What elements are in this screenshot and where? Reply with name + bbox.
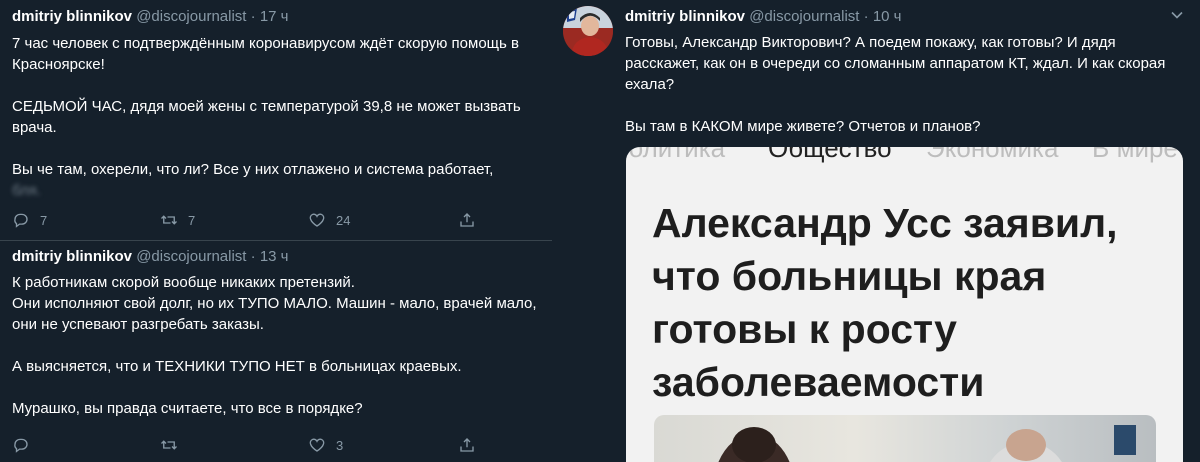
share-button[interactable] bbox=[458, 210, 476, 230]
like-button[interactable]: 24 bbox=[308, 210, 350, 230]
avatar[interactable] bbox=[563, 6, 613, 56]
author-handle[interactable]: @discojournalist bbox=[136, 8, 246, 25]
tweet-paragraph: А выясняется, что и ТЕХНИКИ ТУПО НЕТ в б… bbox=[12, 358, 462, 375]
tweet-actions: 7 7 24 bbox=[12, 210, 482, 230]
news-tab: Политика bbox=[626, 147, 726, 163]
news-photo bbox=[654, 415, 1156, 462]
tweet-header: dmitriy blinnikov @discojournalist · 13 … bbox=[12, 248, 288, 266]
separator-dot: · bbox=[250, 248, 256, 265]
share-icon bbox=[460, 438, 474, 452]
separator-dot: · bbox=[863, 8, 869, 25]
like-icon bbox=[309, 438, 325, 452]
tweet-paragraph: Вы че там, охерели, что ли? Все у них от… bbox=[12, 161, 494, 178]
news-tab-active: Общество bbox=[768, 147, 892, 163]
reply-button[interactable]: 7 bbox=[12, 210, 47, 230]
author-name[interactable]: dmitriy blinnikov bbox=[625, 8, 745, 25]
share-icon bbox=[460, 213, 474, 227]
tweet-time[interactable]: 10 ч bbox=[873, 8, 902, 25]
tweet-paragraph: Мурашко, вы правда считаете, что все в п… bbox=[12, 400, 363, 417]
tweet-text: К работникам скорой вообще никаких прете… bbox=[12, 272, 552, 419]
tweet[interactable]: dmitriy blinnikov @discojournalist · 17 … bbox=[0, 0, 552, 240]
like-icon bbox=[309, 213, 325, 227]
tweet-paragraph: К работникам скорой вообще никаких прете… bbox=[12, 274, 355, 291]
tweet[interactable]: dmitriy blinnikov @discojournalist · 13 … bbox=[0, 240, 552, 462]
news-photo-art bbox=[718, 425, 1136, 462]
retweet-count: 7 bbox=[188, 212, 196, 228]
tweet-paragraph: Вы там в КАКОМ мире живете? Отчетов и пл… bbox=[625, 118, 981, 135]
like-count: 3 bbox=[336, 437, 344, 453]
news-headline: Александр Усс заявил, что больницы края … bbox=[652, 197, 1172, 409]
tweet-actions: 3 bbox=[12, 435, 482, 455]
author-handle[interactable]: @discojournalist bbox=[136, 248, 246, 265]
attached-image[interactable]: Политика Общество Экономика В мире Алекс… bbox=[626, 147, 1183, 462]
retweet-icon bbox=[161, 440, 177, 450]
news-tab: В мире bbox=[1092, 147, 1178, 163]
news-site-tabs: Политика Общество Экономика В мире bbox=[626, 147, 1183, 163]
tweet-header: dmitriy blinnikov @discojournalist · 10 … bbox=[625, 8, 901, 26]
like-count: 24 bbox=[336, 212, 351, 228]
avatar-photo bbox=[563, 6, 613, 56]
tweet-time[interactable]: 13 ч bbox=[260, 248, 289, 265]
tweet-text: 7 час человек с подтверждённым коронавир… bbox=[12, 33, 552, 201]
headline-line: заболеваемости bbox=[652, 359, 985, 405]
like-button[interactable]: 3 bbox=[308, 435, 343, 455]
headline-line: Александр Усс заявил, bbox=[652, 200, 1118, 246]
left-column: dmitriy blinnikov @discojournalist · 17 … bbox=[0, 0, 552, 462]
chevron-down-icon[interactable] bbox=[1170, 8, 1184, 22]
headline-line: готовы к росту bbox=[652, 306, 957, 352]
author-handle[interactable]: @discojournalist bbox=[749, 8, 859, 25]
tweet-paragraph: Они исполняют свой долг, но их ТУПО МАЛО… bbox=[12, 295, 537, 333]
right-column: dmitriy blinnikov @discojournalist · 10 … bbox=[552, 0, 1200, 462]
retweet-button[interactable]: 7 bbox=[160, 210, 195, 230]
tweet-paragraph: СЕДЬМОЙ ЧАС, дядя моей жены с температур… bbox=[12, 98, 521, 136]
author-name[interactable]: dmitriy blinnikov bbox=[12, 8, 132, 25]
blurred-text: бля. bbox=[12, 182, 41, 199]
headline-line: что больницы края bbox=[652, 253, 1047, 299]
author-name[interactable]: dmitriy blinnikov bbox=[12, 248, 132, 265]
reply-button[interactable] bbox=[12, 435, 40, 455]
retweet-icon bbox=[161, 215, 177, 225]
retweet-button[interactable] bbox=[160, 435, 188, 455]
share-button[interactable] bbox=[458, 435, 476, 455]
tweet-paragraph: Готовы, Александр Викторович? А поедем п… bbox=[625, 34, 1166, 93]
reply-icon bbox=[14, 438, 28, 453]
reply-icon bbox=[14, 213, 28, 228]
tweet-paragraph: 7 час человек с подтверждённым коронавир… bbox=[12, 35, 519, 73]
tweet-header: dmitriy blinnikov @discojournalist · 17 … bbox=[12, 8, 288, 26]
reply-count: 7 bbox=[40, 212, 48, 228]
news-tab: Экономика bbox=[926, 147, 1059, 163]
separator-dot: · bbox=[250, 8, 256, 25]
tweet-time[interactable]: 17 ч bbox=[260, 8, 289, 25]
tweet-text: Готовы, Александр Викторович? А поедем п… bbox=[625, 32, 1185, 137]
